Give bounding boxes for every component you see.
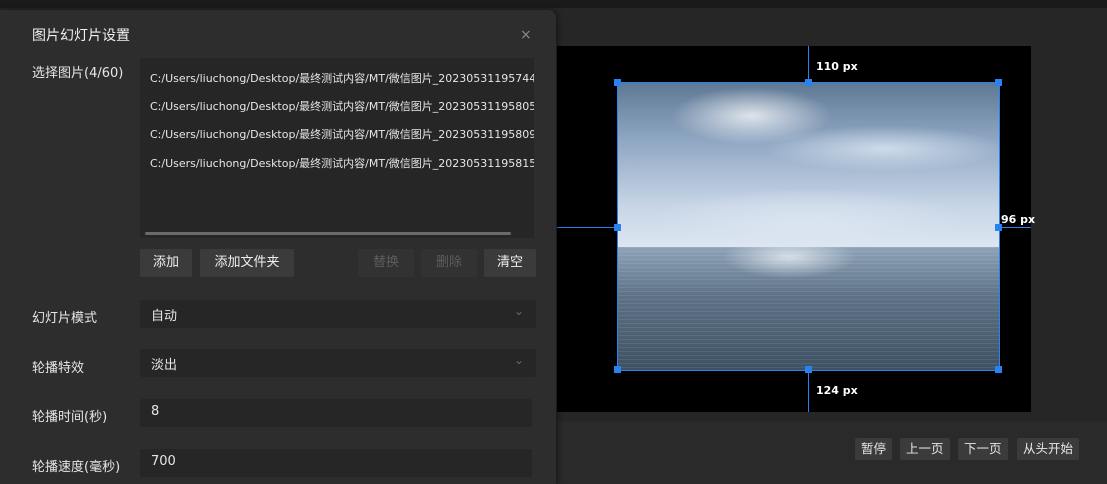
guide-bottom: [808, 370, 809, 412]
interval-label: 轮播时间(秒): [32, 410, 108, 425]
slideshow-mode-label: 幻灯片模式: [32, 311, 98, 326]
selection-border[interactable]: [617, 82, 1000, 371]
image-file-list[interactable]: C:/Users/liuchong/Desktop/最终测试内容/MT/微信图片…: [140, 58, 534, 238]
transition-effect-select[interactable]: 淡出 ⌄: [140, 349, 536, 377]
chevron-down-icon: ⌄: [513, 304, 524, 318]
list-item[interactable]: C:/Users/liuchong/Desktop/最终测试内容/MT/微信图片…: [150, 126, 534, 142]
restart-button[interactable]: 从头开始: [1017, 438, 1080, 460]
margin-top-label: 110 px: [816, 60, 858, 73]
slideshow-mode-select[interactable]: 自动 ⌄: [140, 300, 536, 328]
add-folder-button[interactable]: 添加文件夹: [200, 249, 294, 277]
top-strip: [0, 0, 1107, 8]
close-icon[interactable]: ×: [520, 27, 532, 43]
resize-handle-left[interactable]: [614, 224, 621, 231]
speed-input[interactable]: 700: [140, 449, 532, 477]
resize-handle-top[interactable]: [805, 79, 812, 86]
slideshow-settings-dialog: 图片幻灯片设置 × 选择图片(4/60) C:/Users/liuchong/D…: [0, 10, 556, 484]
speed-value: 700: [151, 454, 176, 469]
resize-handle-bottom-right[interactable]: [995, 366, 1002, 373]
next-page-button[interactable]: 下一页: [958, 438, 1008, 460]
guide-right: [999, 227, 1031, 228]
speed-label: 轮播速度(毫秒): [32, 460, 121, 475]
margin-bottom-label: 124 px: [816, 384, 858, 397]
resize-handle-top-right[interactable]: [995, 79, 1002, 86]
guide-top: [808, 46, 809, 83]
pause-button[interactable]: 暂停: [855, 438, 893, 460]
resize-handle-bottom-left[interactable]: [614, 366, 621, 373]
slideshow-mode-value: 自动: [151, 309, 178, 324]
margin-right-label: 96 px: [1001, 213, 1036, 226]
dialog-title: 图片幻灯片设置: [32, 28, 130, 44]
list-item[interactable]: C:/Users/liuchong/Desktop/最终测试内容/MT/微信图片…: [150, 70, 534, 86]
resize-handle-bottom[interactable]: [805, 366, 812, 373]
horizontal-scrollbar[interactable]: [145, 232, 511, 235]
replace-button[interactable]: 替换: [358, 249, 414, 277]
transition-effect-value: 淡出: [151, 358, 178, 373]
delete-button[interactable]: 删除: [421, 249, 477, 277]
interval-input[interactable]: 8: [140, 399, 532, 427]
resize-handle-top-left[interactable]: [614, 79, 621, 86]
transition-effect-label: 轮播特效: [32, 361, 85, 376]
interval-value: 8: [151, 404, 160, 419]
list-item[interactable]: C:/Users/liuchong/Desktop/最终测试内容/MT/微信图片…: [150, 98, 534, 114]
add-button[interactable]: 添加: [140, 249, 192, 277]
previous-page-button[interactable]: 上一页: [900, 438, 950, 460]
guide-left: [557, 227, 618, 228]
chevron-down-icon: ⌄: [513, 353, 524, 367]
clear-button[interactable]: 清空: [484, 249, 536, 277]
list-item[interactable]: C:/Users/liuchong/Desktop/最终测试内容/MT/微信图片…: [150, 155, 534, 171]
select-images-label: 选择图片(4/60): [32, 66, 124, 81]
